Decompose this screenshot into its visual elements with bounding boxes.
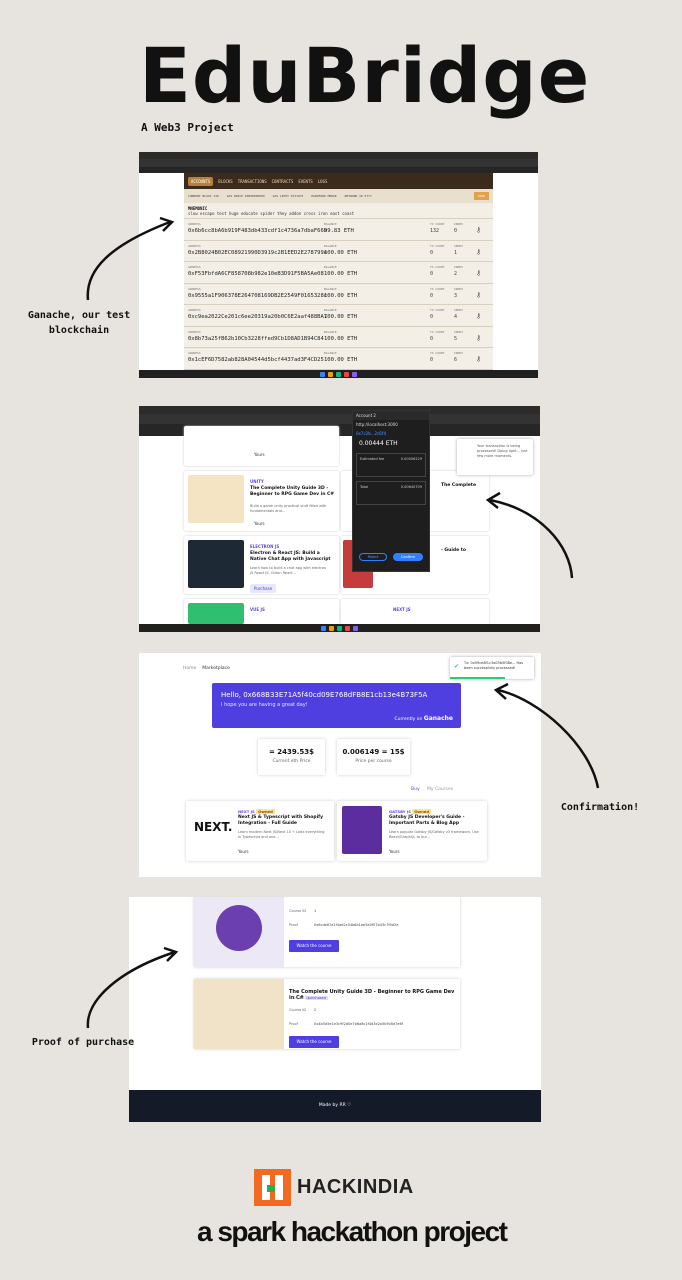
- tagline: a spark hackathon project: [197, 1216, 508, 1247]
- hackindia-brand: HACKINDIA: [254, 1169, 414, 1206]
- hackindia-text: HACKINDIA: [297, 1176, 414, 1198]
- arrow-ganache: [86, 216, 600, 1029]
- hackindia-logo-icon: [254, 1169, 291, 1206]
